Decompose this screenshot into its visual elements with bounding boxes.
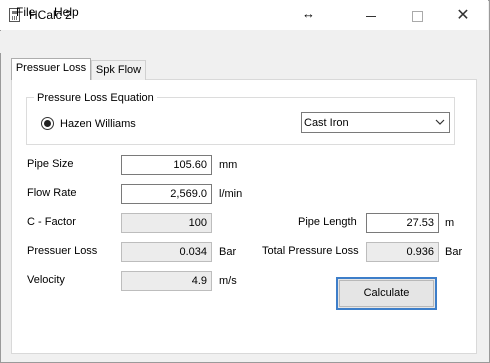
groupbox-legend: Pressure Loss Equation	[34, 92, 157, 104]
pipe-size-unit: mm	[219, 159, 238, 171]
minimize-icon	[366, 15, 376, 17]
menu-file[interactable]: File	[16, 5, 35, 19]
resize-cursor-icon: ↔	[302, 6, 315, 21]
hazen-williams-radio[interactable]	[41, 117, 54, 130]
pipe-length-label: Pipe Length	[298, 216, 357, 228]
flow-rate-unit: l/min	[219, 188, 243, 200]
menu-help[interactable]: Help	[54, 5, 79, 19]
radio-label[interactable]: Hazen Williams	[60, 118, 136, 130]
pipe-length-unit: m	[445, 217, 455, 229]
close-button[interactable]: ✕	[440, 0, 486, 30]
button-focus-border	[339, 280, 434, 307]
maximize-icon	[411, 10, 423, 22]
tab-spk-flow[interactable]: Spk Flow	[91, 60, 146, 80]
calculate-button[interactable]: Calculate	[336, 277, 437, 310]
velocity-field: 4.9	[121, 271, 212, 291]
c-factor-label: C - Factor	[27, 216, 76, 228]
pressure-loss-label: Pressuer Loss	[27, 245, 98, 257]
total-pressure-loss-unit: Bar	[445, 246, 463, 258]
pipe-material-value: Cast Iron	[304, 117, 349, 129]
tab-pressure-loss[interactable]: Pressuer Loss	[11, 58, 91, 80]
velocity-unit: m/s	[219, 275, 237, 287]
total-pressure-loss-field: 0.936	[366, 242, 439, 262]
flow-rate-input[interactable]: 2,569.0	[121, 184, 212, 204]
radio-selected-dot	[44, 120, 51, 127]
c-factor-field: 100	[121, 213, 212, 233]
pressure-loss-field: 0.034	[121, 242, 212, 262]
menu-bar	[0, 31, 488, 53]
minimize-button[interactable]	[348, 0, 394, 30]
chevron-down-icon	[435, 119, 445, 125]
pipe-size-input[interactable]: 105.60	[121, 155, 212, 175]
velocity-label: Velocity	[27, 274, 65, 286]
pressure-loss-unit: Bar	[219, 246, 237, 258]
flow-rate-label: Flow Rate	[27, 187, 77, 199]
close-icon: ✕	[456, 7, 470, 24]
pipe-length-input[interactable]: 27.53	[366, 213, 439, 233]
total-pressure-loss-label: Total Pressure Loss	[262, 245, 359, 257]
maximize-button[interactable]	[394, 0, 440, 30]
pipe-size-label: Pipe Size	[27, 158, 74, 170]
